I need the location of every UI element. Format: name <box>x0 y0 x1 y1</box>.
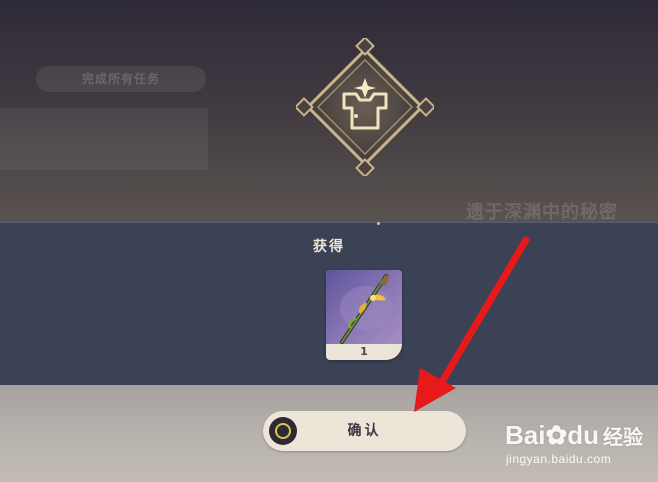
watermark-logo: Bai✿du 经验 <box>505 420 643 451</box>
paw-icon: ✿ <box>545 420 568 450</box>
watermark-logo-text: Bai <box>505 420 546 450</box>
background-panel <box>0 108 208 170</box>
confirm-button-label: 确认 <box>347 423 382 439</box>
watermark-url: jingyan.baidu.com <box>506 452 612 466</box>
item-art <box>326 270 402 344</box>
sparkle <box>377 222 380 225</box>
polearm-weapon-icon <box>340 274 392 344</box>
watermark-logo-suffix: du <box>567 420 600 450</box>
background-pill: 完成所有任务 <box>36 66 206 92</box>
item-count: 1 <box>360 345 368 358</box>
watermark-logo-cn: 经验 <box>603 425 644 449</box>
background-quest-title: 遗于深渊中的秘密 <box>466 202 618 223</box>
quest-emblem-icon <box>296 38 434 176</box>
reward-title: 获得 <box>313 239 345 255</box>
reward-item-card[interactable]: 1 <box>326 270 402 360</box>
confirm-button[interactable]: 确认 <box>263 411 466 451</box>
